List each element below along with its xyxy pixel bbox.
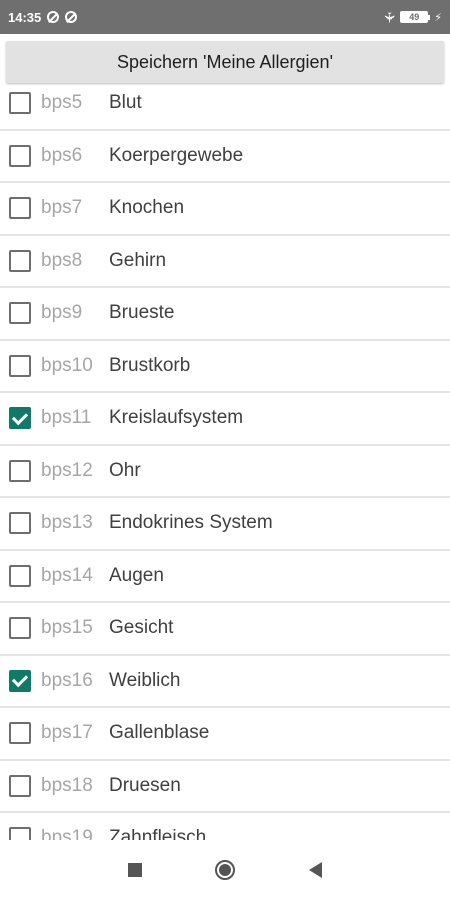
item-code: bps15 [41,617,93,639]
checkbox[interactable] [9,354,31,377]
item-name: Zahnfleisch [109,827,207,840]
circle-icon [215,860,235,880]
item-name: Gallenblase [109,722,210,744]
notification-icon-2 [65,11,78,23]
list-item[interactable]: bps18 Druesen [0,761,450,813]
item-name: Gehirn [109,249,167,271]
item-code: bps10 [41,354,93,376]
item-code: bps6 [41,144,83,166]
item-name: Knochen [109,197,185,219]
back-triangle-icon [308,862,322,878]
item-code: bps9 [41,302,83,324]
back-button[interactable] [270,840,360,900]
list-item[interactable]: bps19 Zahnfleisch [0,813,450,840]
checkbox[interactable] [9,774,31,797]
square-icon [128,863,142,877]
checkbox[interactable] [9,197,31,220]
list-item[interactable]: bps8 Gehirn [0,236,450,288]
item-name: Endokrines System [109,512,273,534]
item-name: Brueste [109,302,175,324]
list-item[interactable]: bps5 Blut [0,78,450,131]
item-name: Druesen [109,774,181,796]
checkmark-icon [11,408,29,425]
status-bar: 14:35 ✈ 49 ⚡ [0,0,450,34]
checkbox[interactable] [9,302,31,325]
item-name: Gesicht [109,617,174,639]
save-button-label: Speichern 'Meine Allergien' [117,51,333,72]
checkmark-icon [11,671,29,688]
item-code: bps13 [41,512,93,534]
list-item[interactable]: bps9 Brueste [0,288,450,341]
status-bar-left: 14:35 [8,9,78,25]
item-code: bps16 [41,669,93,691]
item-name: Ohr [109,459,141,481]
checkbox[interactable] [9,144,31,167]
notification-icon [47,11,60,23]
list-item[interactable]: bps16 Weiblich [0,656,450,708]
item-code: bps17 [41,722,93,744]
item-code: bps11 [41,407,92,429]
item-name: Brustkorb [109,354,191,376]
checkbox[interactable] [9,722,31,745]
list-item[interactable]: bps15 Gesicht [0,603,450,656]
save-my-allergies-button[interactable]: Speichern 'Meine Allergien' [6,41,444,83]
item-name: Weiblich [109,669,181,691]
item-code: bps12 [41,459,93,481]
battery-level: 49 [409,12,420,22]
checkbox[interactable] [9,407,31,430]
item-code: bps8 [41,249,83,271]
status-bar-right: ✈ 49 ⚡ [380,9,442,26]
item-name: Kreislaufsystem [109,407,244,429]
item-name: Augen [109,564,164,586]
checkbox[interactable] [9,827,31,840]
checkbox[interactable] [9,249,31,272]
list-item[interactable]: bps10 Brustkorb [0,341,450,393]
checkbox[interactable] [9,459,31,482]
item-name: Blut [109,92,142,114]
navigation-bar [0,840,450,900]
item-code: bps19 [41,827,93,840]
list-item[interactable]: bps12 Ohr [0,446,450,498]
list-item[interactable]: bps11 Kreislaufsystem [0,393,450,446]
list-item[interactable]: bps6 Koerpergewebe [0,131,450,183]
checkbox[interactable] [9,92,31,115]
list-item[interactable]: bps13 Endokrines System [0,498,450,551]
item-code: bps5 [41,92,83,114]
list-item[interactable]: bps7 Knochen [0,183,450,236]
checkbox[interactable] [9,669,31,692]
airplane-icon: ✈ [380,11,397,23]
item-name: Koerpergewebe [109,144,244,166]
home-button[interactable] [180,840,270,900]
checkbox[interactable] [9,617,31,640]
item-code: bps7 [41,197,83,219]
checkbox[interactable] [9,512,31,535]
body-part-list[interactable]: bps5 Blut bps6 Koerpergewebe bps7 Knochen bps8… [0,78,450,840]
checkbox[interactable] [9,564,31,587]
list-item[interactable]: bps14 Augen [0,551,450,603]
item-code: bps14 [41,564,93,586]
item-code: bps18 [41,774,93,796]
battery-icon: 49 [400,11,431,23]
status-time: 14:35 [8,9,42,25]
recents-button[interactable] [90,840,180,900]
list-item[interactable]: bps17 Gallenblase [0,708,450,761]
charging-icon: ⚡ [434,11,442,24]
